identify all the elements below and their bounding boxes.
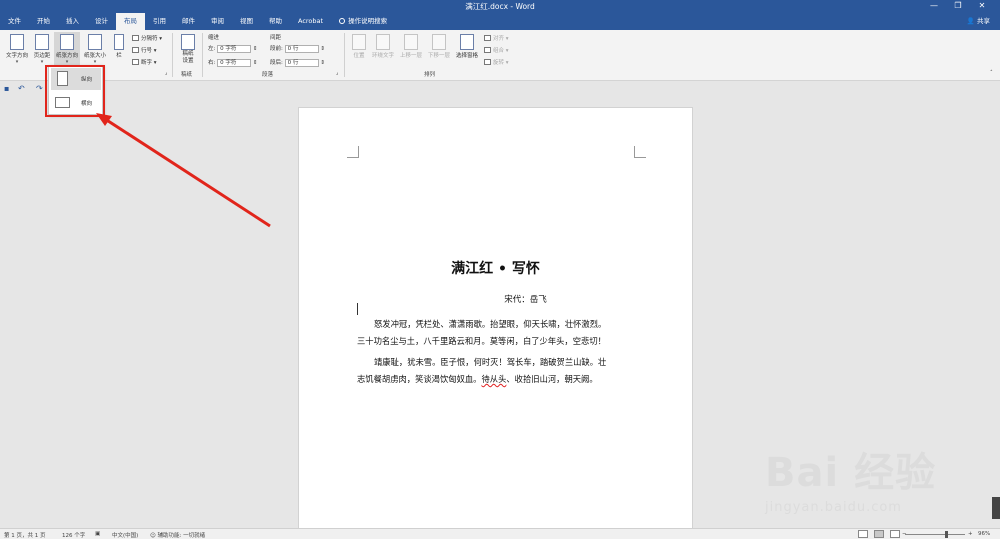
read-mode-icon[interactable]: [858, 530, 868, 538]
zoom-slider[interactable]: [905, 534, 965, 535]
watermark-url: jingyan.baidu.com: [765, 500, 902, 515]
status-bar: 第 1 页，共 1 页 126 个字 ▣ 中文(中国) ☺ 辅助功能: 一切就绪…: [0, 528, 1000, 539]
poem-line: 怒发冲冠，凭栏处、潇潇雨歇。抬望眼，仰天长啸，壮怀激烈。: [374, 319, 607, 329]
accessibility-label: 辅助功能: 一切就绪: [157, 533, 206, 539]
poem-paragraph-1: 怒发冲冠，凭栏处、潇潇雨歇。抬望眼，仰天长啸，壮怀激烈。 三十功名尘与土，八千里…: [357, 316, 637, 350]
language-indicator[interactable]: 中文(中国): [112, 531, 138, 539]
crop-mark: [347, 146, 359, 158]
crop-mark: [634, 146, 646, 158]
side-scroll-tab[interactable]: [992, 497, 1000, 519]
poem-text: 、收拾旧山河，朝天阙。: [506, 374, 598, 384]
poem-line: 靖康耻，犹未雪。臣子恨，何时灭！驾长车，踏破贺兰山缺。壮: [374, 357, 607, 367]
zoom-slider-thumb[interactable]: [945, 531, 948, 538]
proofing-icon[interactable]: ▣: [95, 531, 100, 537]
poem-text: 志饥餐胡虏肉，笑谈渴饮匈奴血。: [357, 374, 482, 384]
spelling-error[interactable]: 待从头: [481, 374, 506, 384]
baidu-watermark: Bai 经验 jingyan.baidu.com: [765, 440, 936, 515]
watermark-logo: Bai 经验: [765, 450, 937, 496]
text-cursor: [357, 303, 358, 315]
print-layout-icon[interactable]: [874, 530, 884, 538]
zoom-in-button[interactable]: +: [968, 531, 973, 537]
zoom-level[interactable]: 96%: [978, 531, 990, 537]
document-page[interactable]: 满江红 • 写怀 宋代：岳飞 怒发冲冠，凭栏处、潇潇雨歇。抬望眼，仰天长啸，壮怀…: [298, 107, 693, 532]
poem-title: 满江红 • 写怀: [451, 261, 540, 277]
poem-paragraph-2: 靖康耻，犹未雪。臣子恨，何时灭！驾长车，踏破贺兰山缺。壮 志饥餐胡虏肉，笑谈渴饮…: [357, 354, 637, 388]
poem-line: 三十功名尘与土，八千里路云和月。莫等闲，白了少年头，空悲切！: [357, 336, 606, 346]
accessibility-icon: ☺: [150, 533, 156, 539]
word-count[interactable]: 126 个字: [62, 531, 85, 539]
page-count[interactable]: 第 1 页，共 1 页: [4, 531, 46, 539]
accessibility-status[interactable]: ☺ 辅助功能: 一切就绪: [150, 531, 205, 539]
web-layout-icon[interactable]: [890, 530, 900, 538]
poem-line: 志饥餐胡虏肉，笑谈渴饮匈奴血。待从头、收拾旧山河，朝天阙。: [357, 371, 637, 388]
